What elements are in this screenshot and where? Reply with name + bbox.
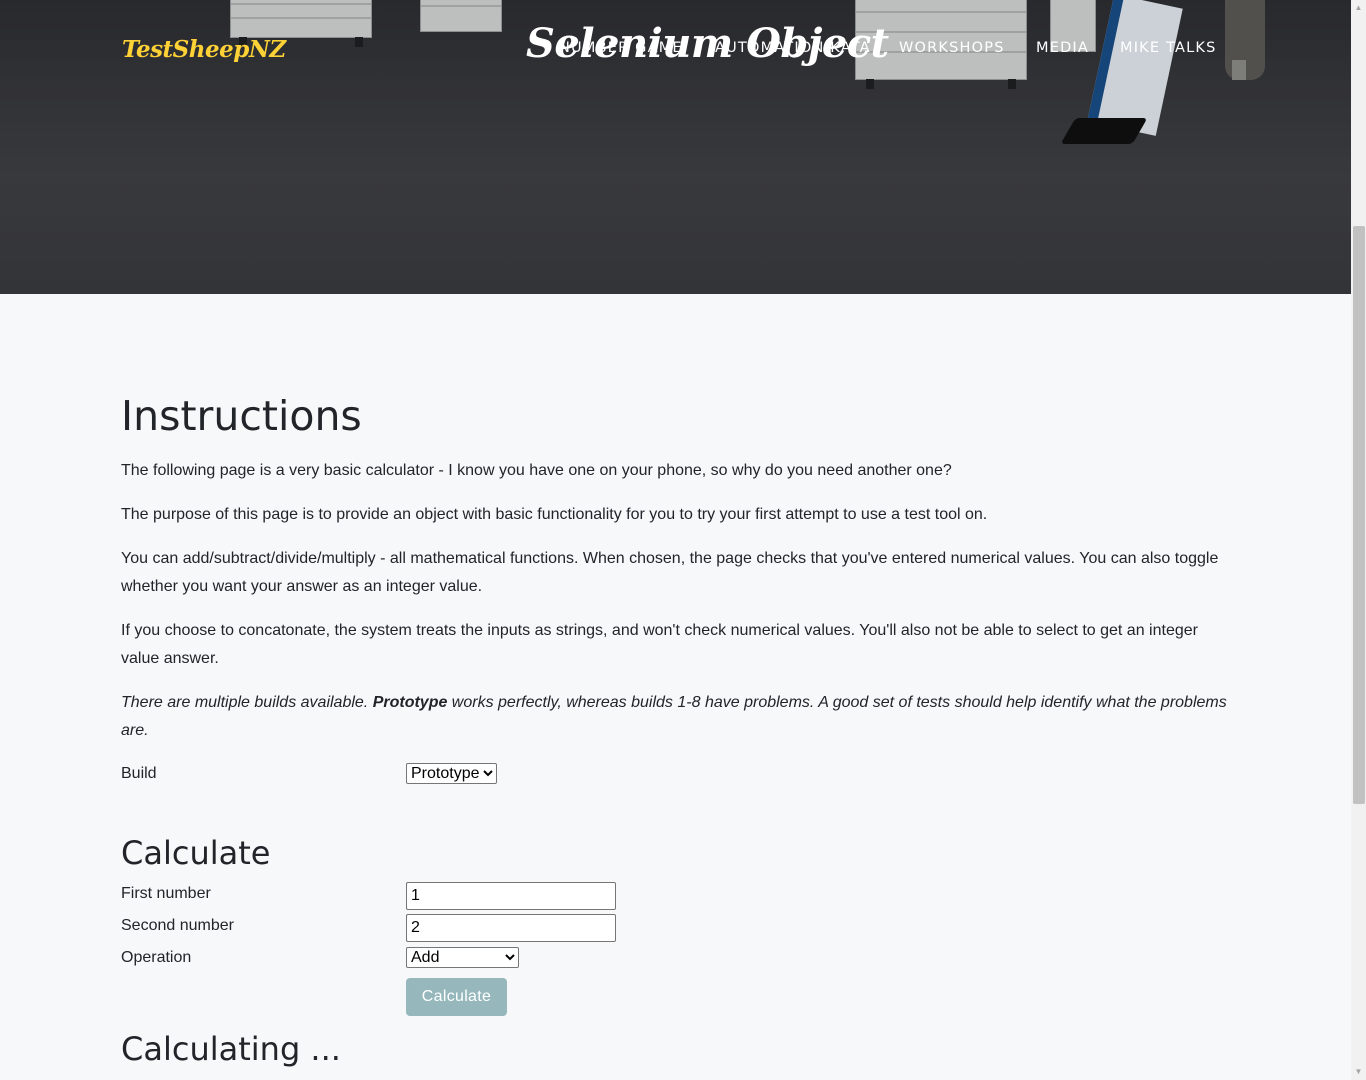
builds-note-prototype: Prototype <box>372 694 448 711</box>
scrollbar-thumb[interactable] <box>1353 226 1365 804</box>
instructions-heading: Instructions <box>121 392 362 440</box>
second-number-label: Second number <box>121 917 234 934</box>
build-label: Build <box>121 765 157 782</box>
instructions-paragraph-1: The following page is a very basic calcu… <box>121 462 952 479</box>
builds-note: There are multiple builds available. Pro… <box>121 689 1231 745</box>
second-number-input[interactable] <box>406 914 616 942</box>
instructions-paragraph-2: The purpose of this page is to provide a… <box>121 506 988 523</box>
nav-item-workshops[interactable]: WORKSHOPS <box>899 40 1005 56</box>
scroll-down-arrow-icon[interactable]: ▼ <box>1354 1068 1363 1076</box>
instructions-paragraph-3: You can add/subtract/divide/multiply - a… <box>121 550 1219 595</box>
calculate-heading: Calculate <box>121 834 271 872</box>
calculate-button[interactable]: Calculate <box>406 978 507 1016</box>
scroll-up-arrow-icon[interactable]: ▲ <box>1354 4 1363 12</box>
hero-title: Selenium Object <box>526 20 889 67</box>
first-number-input[interactable] <box>406 882 616 910</box>
calculating-heading: Calculating ... <box>121 1030 341 1068</box>
nav-item-media[interactable]: MEDIA <box>1036 40 1089 56</box>
builds-note-pre: There are multiple builds available. <box>121 694 373 711</box>
operation-label: Operation <box>121 949 192 966</box>
operation-select[interactable]: Add <box>406 947 519 968</box>
build-select[interactable]: Prototype <box>406 763 497 784</box>
first-number-label: First number <box>121 885 211 902</box>
instructions-paragraph-4: If you choose to concatonate, the system… <box>121 622 1198 667</box>
nav-item-mike-talks[interactable]: MIKE TALKS <box>1120 40 1217 56</box>
